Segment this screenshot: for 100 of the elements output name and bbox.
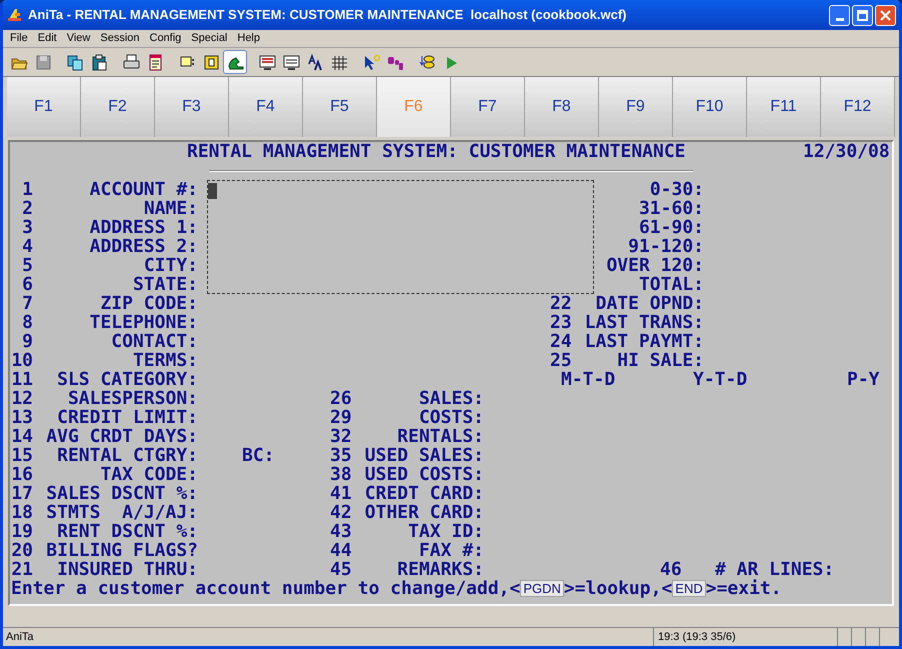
field-label: AVG CRDT DAYS: <box>45 427 198 446</box>
screen-title: RENTAL MANAGEMENT SYSTEM: CUSTOMER MAINTENANCE <box>187 142 686 161</box>
window-title: AniTa - RENTAL MANAGEMENT SYSTEM: CUSTOMER MAINTENANCE localhost (cookbook.wcf) <box>28 6 628 24</box>
field-label: BILLING FLAGS? <box>45 541 198 560</box>
field-number: 1 <box>21 180 33 199</box>
function-key[interactable]: F12 <box>821 77 895 137</box>
field-number: 35 <box>330 446 352 465</box>
field-label: # AR LINES: <box>715 560 836 579</box>
field-number: 10 <box>11 351 33 370</box>
field-number: 44 <box>330 541 352 560</box>
field-number: 17 <box>11 484 33 503</box>
field-label: BC: <box>242 446 275 465</box>
field-number: 41 <box>330 484 352 503</box>
field-label: SALES: <box>418 389 484 408</box>
field-label: SALES DSCNT %: <box>45 484 198 503</box>
field-number: 43 <box>330 522 352 541</box>
field-number: 24 <box>550 332 572 351</box>
field-number: 19 <box>11 522 33 541</box>
key-badge: PGDN <box>520 580 564 597</box>
function-key[interactable]: F8 <box>525 77 599 137</box>
field-label: ACCOUNT #: <box>88 180 198 199</box>
aging-label: 91-120: <box>627 237 704 256</box>
field-number: 22 <box>550 294 572 313</box>
field-label: NAME: <box>142 199 198 218</box>
aging-label: 61-90: <box>638 218 704 237</box>
field-number: 23 <box>550 313 572 332</box>
field-label: LAST PAYMT: <box>584 332 704 351</box>
field-label: REMARKS: <box>396 560 484 579</box>
field-label: ADDRESS 2: <box>88 237 198 256</box>
field-label: USED COSTS: <box>364 465 484 484</box>
prompt-text: >=exit. <box>706 579 782 598</box>
menu-item[interactable]: Session <box>95 30 144 47</box>
field-label: TAX CODE: <box>99 465 198 484</box>
field-label: INSURED THRU: <box>56 560 198 579</box>
field-label: ZIP CODE: <box>99 294 198 313</box>
field-label: SLS CATEGORY: <box>56 370 198 389</box>
cursor-position: 19:3 (19:3 35/6) <box>653 628 837 646</box>
function-key[interactable]: F3 <box>155 77 229 137</box>
field-number: 42 <box>330 503 352 522</box>
function-key[interactable]: F5 <box>303 77 377 137</box>
field-number: 9 <box>21 332 33 351</box>
function-key[interactable]: F10 <box>673 77 747 137</box>
function-key[interactable]: F9 <box>599 77 673 137</box>
field-label: RENT DSCNT %: <box>56 522 198 541</box>
menu-item[interactable]: Config <box>144 30 186 47</box>
menu-item[interactable]: Help <box>232 30 265 47</box>
aging-label: OVER 120: <box>605 256 704 275</box>
field-number: 3 <box>21 218 33 237</box>
field-label: COSTS: <box>418 408 484 427</box>
field-label: CONTACT: <box>110 332 198 351</box>
field-number: 6 <box>21 275 33 294</box>
field-label: RENTALS: <box>396 427 484 446</box>
function-key[interactable]: F2 <box>81 77 155 137</box>
menu-item[interactable]: Special <box>186 30 232 47</box>
field-label: CITY: <box>142 256 198 275</box>
status-text: AniTa <box>5 630 35 645</box>
function-key[interactable]: F4 <box>229 77 303 137</box>
field-label: SALESPERSON: <box>66 389 198 408</box>
field-number: 12 <box>11 389 33 408</box>
aging-label: 31-60: <box>638 199 704 218</box>
field-number: 45 <box>330 560 352 579</box>
field-label: TERMS: <box>132 351 198 370</box>
field-number: 2 <box>21 199 33 218</box>
field-number: 20 <box>11 541 33 560</box>
menu-item[interactable]: File <box>5 30 33 47</box>
field-number: 5 <box>21 256 33 275</box>
field-label: CREDT CARD: <box>364 484 484 503</box>
menu-item[interactable]: Edit <box>32 30 62 47</box>
field-number: 16 <box>11 465 33 484</box>
menu-item[interactable]: View <box>62 30 96 47</box>
field-number: 29 <box>330 408 352 427</box>
field-number: 13 <box>11 408 33 427</box>
field-number: 7 <box>21 294 33 313</box>
aging-label: TOTAL: <box>638 275 704 294</box>
aging-label: 0-30: <box>648 180 704 199</box>
function-key[interactable]: F11 <box>747 77 821 137</box>
prompt-text: Enter a customer account number to change/add,< <box>11 579 520 598</box>
field-number: 18 <box>11 503 33 522</box>
field-label: STATE: <box>132 275 198 294</box>
field-label: LAST TRANS: <box>584 313 704 332</box>
field-label: TELEPHONE: <box>88 313 198 332</box>
field-number: 15 <box>11 446 33 465</box>
field-label: RENTAL CTGRY: <box>56 446 198 465</box>
field-label: HI SALE: <box>616 351 704 370</box>
field-label: CREDIT LIMIT: <box>56 408 198 427</box>
field-label: FAX #: <box>418 541 484 560</box>
field-label: OTHER CARD: <box>364 503 484 522</box>
field-label: DATE OPND: <box>594 294 704 313</box>
field-number: 46 <box>660 560 682 579</box>
field-label: STMTS A/J/AJ: <box>45 503 198 522</box>
function-key[interactable]: F7 <box>451 77 525 137</box>
key-badge: END <box>672 580 706 597</box>
field-number: 11 <box>11 370 33 389</box>
function-key[interactable]: F1 <box>7 77 81 137</box>
field-number: 8 <box>21 313 33 332</box>
field-number: 38 <box>330 465 352 484</box>
field-number: 14 <box>11 427 33 446</box>
field-label: TAX ID: <box>407 522 484 541</box>
column-header: M-T-D <box>561 370 616 389</box>
column-header: Y-T-D <box>693 370 748 389</box>
